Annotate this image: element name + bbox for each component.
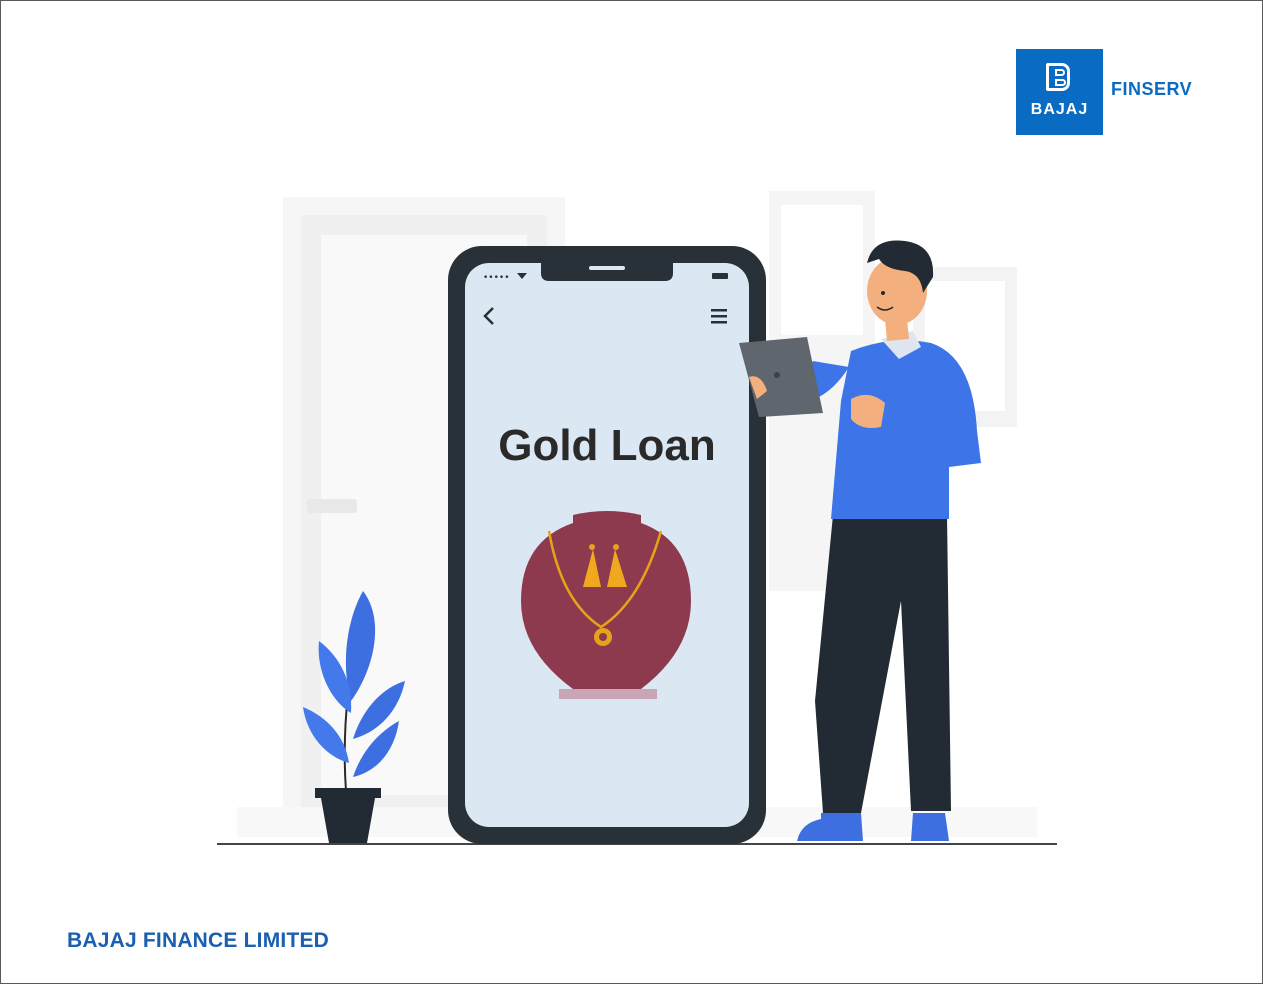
logo-text: FINSERV [1111,78,1193,99]
banner-frame: ••••• Gold Loan BAJAJ FINSERV BAJAJ FINA… [0,0,1263,984]
logo-word: BAJAJ [1030,101,1089,118]
illustration: ••••• [217,191,1057,845]
svg-text:•••••: ••••• [483,273,510,283]
logo-box: BAJAJ [1016,49,1103,135]
hamburger-icon[interactable] [711,309,727,324]
footer-company-name: BAJAJ FINANCE LIMITED [67,929,330,952]
brand-logo[interactable]: BAJAJ FINSERV [1016,49,1192,135]
phone-title: Gold Loan [498,421,716,470]
b-logo-icon [1046,63,1070,91]
